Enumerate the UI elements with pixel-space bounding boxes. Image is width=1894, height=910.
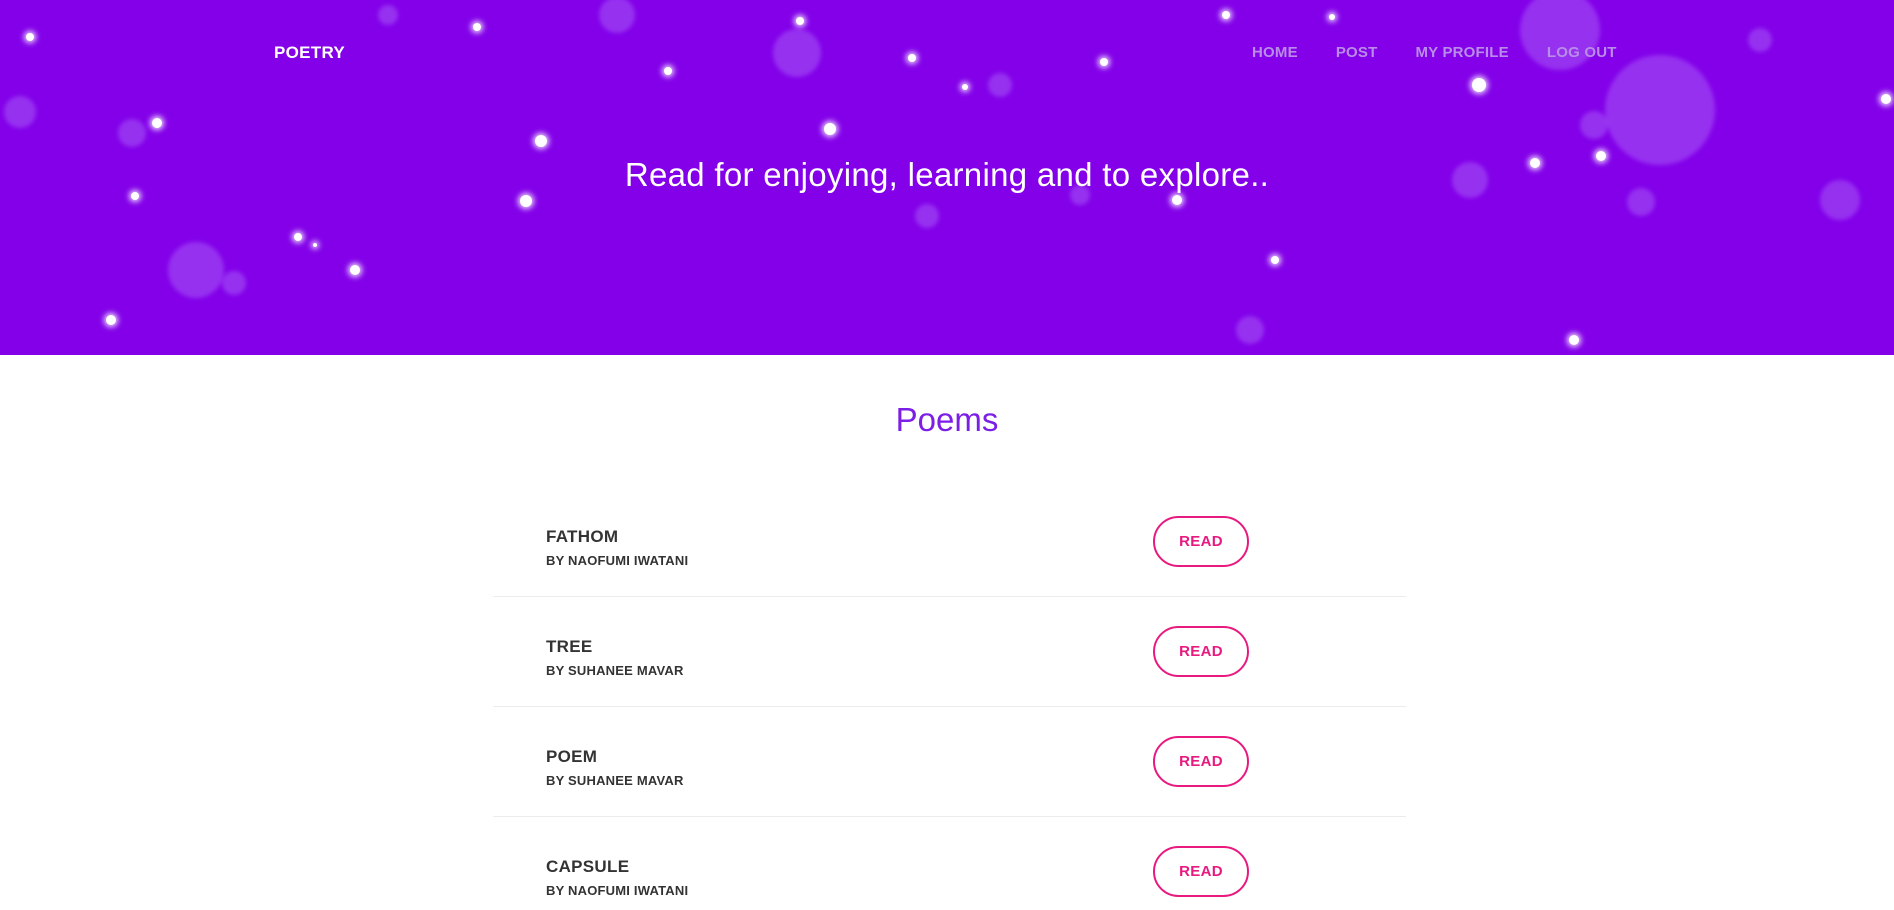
sparkle-particle bbox=[796, 17, 804, 25]
sparkle-particle bbox=[1569, 335, 1579, 345]
brand-logo[interactable]: POETRY bbox=[274, 43, 345, 63]
poem-author: BY NAOFUMI IWATANI bbox=[546, 553, 689, 568]
main-nav: HOME POST MY PROFILE LOG OUT bbox=[1252, 44, 1617, 61]
page-title: Poems bbox=[895, 401, 999, 438]
bokeh-particle bbox=[1580, 111, 1608, 139]
read-button[interactable]: READ bbox=[1153, 516, 1249, 567]
list-item: POEM BY SUHANEE MAVAR READ bbox=[493, 707, 1406, 817]
nav-post-link[interactable]: POST bbox=[1336, 44, 1378, 61]
bokeh-particle bbox=[118, 119, 146, 147]
sparkle-particle bbox=[152, 118, 162, 128]
sparkle-particle bbox=[106, 315, 116, 325]
list-item: CAPSULE BY NAOFUMI IWATANI READ bbox=[493, 817, 1406, 910]
poem-author: BY NAOFUMI IWATANI bbox=[546, 883, 689, 898]
sparkle-particle bbox=[1100, 58, 1108, 66]
sparkle-particle bbox=[1271, 256, 1279, 264]
read-button[interactable]: READ bbox=[1153, 626, 1249, 677]
sparkle-particle bbox=[350, 265, 360, 275]
sparkle-particle bbox=[313, 243, 317, 247]
poem-author: BY SUHANEE MAVAR bbox=[546, 773, 684, 788]
sparkle-particle bbox=[1472, 78, 1486, 92]
bokeh-particle bbox=[168, 242, 224, 298]
bokeh-particle bbox=[915, 204, 939, 228]
sparkle-particle bbox=[1222, 11, 1230, 19]
bokeh-particle bbox=[1748, 28, 1772, 52]
sparkle-particle bbox=[294, 233, 302, 241]
bokeh-particle bbox=[773, 29, 821, 77]
hero-tagline: Read for enjoying, learning and to explo… bbox=[624, 156, 1270, 193]
list-item: FATHOM BY NAOFUMI IWATANI READ bbox=[493, 487, 1406, 597]
poem-title: FATHOM bbox=[546, 527, 619, 546]
sparkle-particle bbox=[1329, 14, 1335, 20]
sparkle-particle bbox=[908, 54, 916, 62]
bokeh-particle bbox=[988, 73, 1012, 97]
read-button[interactable]: READ bbox=[1153, 736, 1249, 787]
bokeh-particle bbox=[222, 271, 246, 295]
sparkle-particle bbox=[664, 67, 672, 75]
read-button[interactable]: READ bbox=[1153, 846, 1249, 897]
sparkle-particle bbox=[1172, 195, 1182, 205]
poem-title: TREE bbox=[546, 637, 593, 656]
nav-home-link[interactable]: HOME bbox=[1252, 44, 1298, 61]
hero-banner: POETRY HOME POST MY PROFILE LOG OUT Read… bbox=[0, 0, 1894, 355]
bokeh-particle bbox=[1236, 316, 1264, 344]
poem-author: BY SUHANEE MAVAR bbox=[546, 663, 684, 678]
sparkle-particle bbox=[473, 23, 481, 31]
sparkle-particle bbox=[26, 33, 34, 41]
sparkle-particle bbox=[962, 84, 968, 90]
list-item: TREE BY SUHANEE MAVAR READ bbox=[493, 597, 1406, 707]
sparkle-particle bbox=[535, 135, 547, 147]
bokeh-particle bbox=[378, 5, 398, 25]
bokeh-particle bbox=[4, 96, 36, 128]
poem-title: CAPSULE bbox=[546, 857, 630, 876]
sparkle-particle bbox=[520, 195, 532, 207]
poem-title: POEM bbox=[546, 747, 598, 766]
nav-my-profile-link[interactable]: MY PROFILE bbox=[1415, 44, 1508, 61]
poem-list: FATHOM BY NAOFUMI IWATANI READ TREE BY S… bbox=[493, 487, 1406, 910]
nav-log-out-link[interactable]: LOG OUT bbox=[1547, 44, 1617, 61]
sparkle-particle bbox=[824, 123, 836, 135]
bokeh-particle bbox=[1605, 55, 1715, 165]
sparkle-particle bbox=[1881, 94, 1891, 104]
bokeh-particle bbox=[599, 0, 635, 33]
